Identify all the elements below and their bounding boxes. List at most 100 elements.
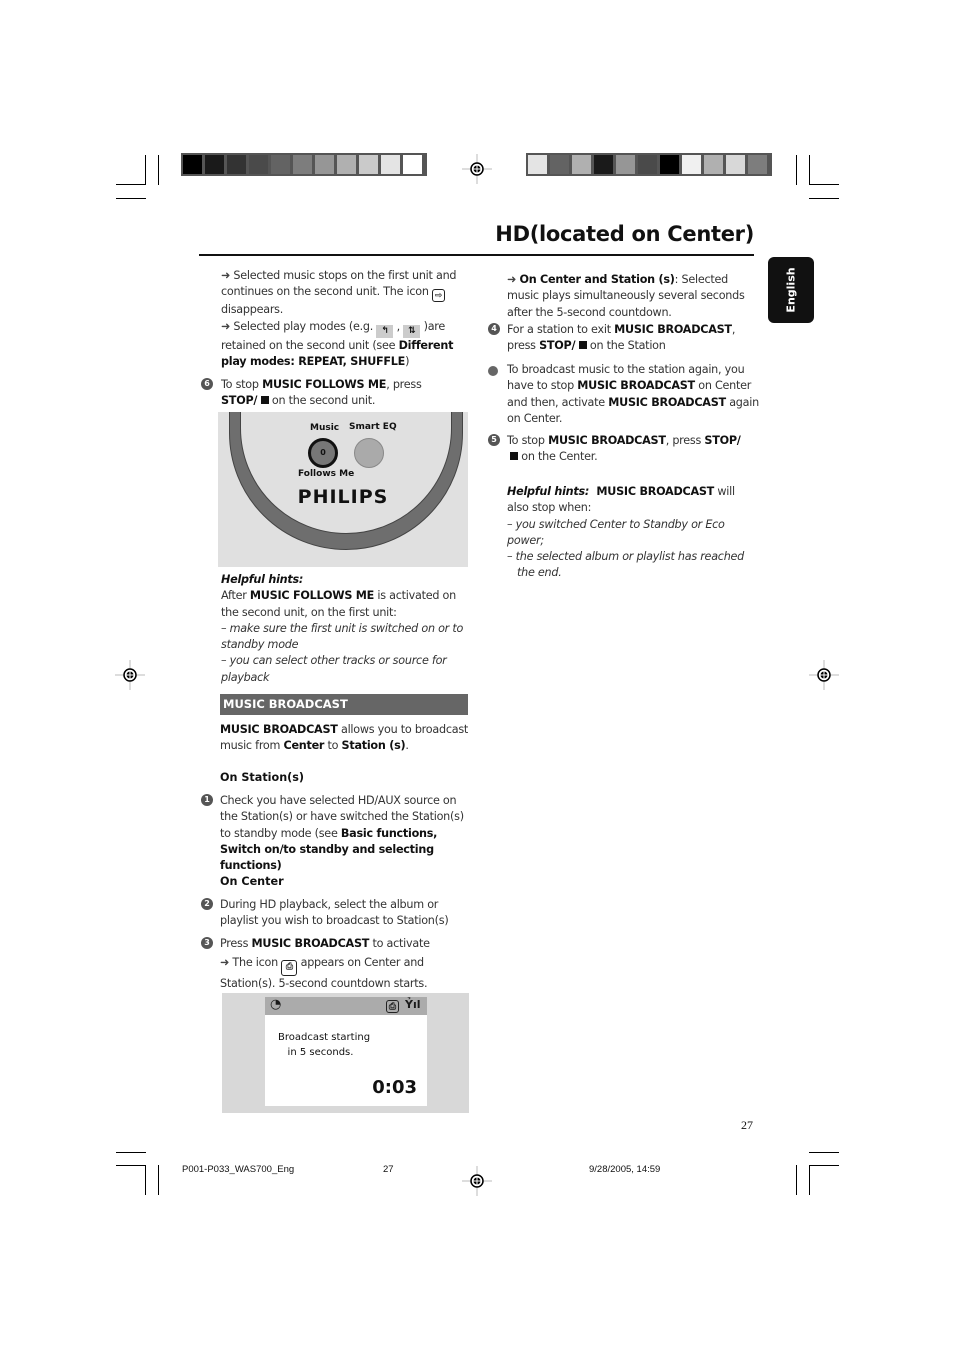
step-3: Press MUSIC BROADCAST to activate ➜ The … — [220, 936, 470, 993]
text: The icon — [229, 956, 282, 970]
crop-mark — [809, 1165, 839, 1166]
step-1: Check you have selected HD/AUX source on… — [220, 793, 470, 874]
text: MUSIC BROADCAST — [220, 723, 338, 736]
text: MUSIC FOLLOWS ME — [249, 589, 375, 603]
helpful-hints-left: Helpful hints: After MUSIC FOLLOWS ME is… — [221, 572, 471, 686]
section-heading-music-broadcast: MUSIC BROADCAST — [220, 694, 468, 715]
crop-mark — [809, 1152, 839, 1153]
display-screen-illustration: ◔ ⎙ Ỷıl Broadcast starting in 5 seconds.… — [222, 993, 469, 1113]
helpful-hints-right: Helpful hints: MUSIC BROADCAST will also… — [507, 484, 759, 582]
language-tab-label: English — [784, 267, 798, 313]
text: on the second unit. — [268, 394, 376, 408]
stop-icon — [578, 341, 587, 350]
display-status-bar: ◔ ⎙ Ỷıl — [265, 997, 427, 1015]
text: in 5 seconds. — [278, 1047, 354, 1058]
text: , press — [665, 434, 705, 447]
color-swatch — [726, 155, 745, 174]
color-swatch — [183, 155, 202, 174]
label-music: Music — [310, 423, 340, 433]
device-illustration: Music Smart EQ 0 Follows Me PHILIPS — [218, 412, 468, 567]
step-5: To stop MUSIC BROADCAST, press STOP/ on … — [507, 433, 759, 466]
footer-timestamp: 9/28/2005, 14:59 — [589, 1164, 661, 1175]
music-follows-me-icon: ⇨ — [432, 289, 446, 303]
color-swatch — [594, 155, 613, 174]
shuffle-icon: ⇅ — [403, 324, 421, 338]
step-6: To stop MUSIC FOLLOWS ME, press STOP/ on… — [221, 377, 471, 410]
crop-mark — [809, 184, 839, 185]
registration-mark-icon — [809, 660, 839, 690]
arrow-icon: ➜ — [221, 269, 231, 282]
text: ) — [405, 354, 410, 368]
crop-mark — [809, 155, 810, 185]
registration-mark-icon — [462, 1166, 492, 1196]
arrow-icon: ➜ — [221, 319, 231, 333]
hint-item: – make sure the first unit is switched o… — [221, 621, 464, 652]
step-number-1: 1 — [201, 794, 213, 806]
subheading-on-center: On Center — [220, 875, 284, 888]
text: MUSIC BROADCAST — [548, 434, 666, 447]
color-swatch — [315, 155, 334, 174]
color-swatch — [359, 155, 378, 174]
text: Selected music stops on the first unit a… — [221, 269, 457, 299]
music-follows-me-button: 0 — [308, 438, 338, 468]
text: MUSIC BROADCAST — [589, 485, 715, 498]
step-4: For a station to exit MUSIC BROADCAST, p… — [507, 322, 757, 355]
text: MUSIC BROADCAST — [251, 937, 370, 950]
stop-icon — [510, 452, 518, 461]
page-number: 27 — [741, 1118, 753, 1132]
text: For a station to exit — [507, 323, 615, 336]
display-screen: ◔ ⎙ Ỷıl Broadcast starting in 5 seconds.… — [265, 997, 427, 1106]
color-swatch — [616, 155, 635, 174]
step-number-4: 4 — [488, 323, 500, 335]
text: to activate — [369, 937, 430, 950]
hint-item: – you switched Center to Standby or Eco … — [507, 517, 725, 547]
color-swatch — [227, 155, 246, 174]
color-swatch — [682, 155, 701, 174]
footer-file-page: 27 — [383, 1164, 394, 1175]
text: Press — [220, 937, 252, 950]
color-swatch — [381, 155, 400, 174]
countdown-timer: 0:03 — [372, 1077, 417, 1098]
crop-mark — [116, 184, 146, 185]
registration-mark-icon — [115, 660, 145, 690]
subheading-on-stations: On Station(s) — [220, 771, 305, 784]
step-number-5: 5 — [488, 434, 500, 446]
repeat-icon: ↰ — [376, 324, 394, 338]
title-rule — [199, 254, 754, 256]
step-number-2: 2 — [201, 898, 213, 910]
color-swatch — [337, 155, 356, 174]
smart-eq-button — [354, 438, 384, 468]
text: on the Center. — [518, 450, 598, 464]
text: . — [405, 739, 409, 753]
color-swatch — [638, 155, 657, 174]
label-smart-eq: Smart EQ — [349, 422, 397, 432]
broadcast-message: Broadcast starting in 5 seconds. — [278, 1030, 370, 1060]
text: MUSIC BROADCAST — [577, 379, 695, 393]
text: disappears. — [221, 303, 284, 317]
language-tab: English — [768, 257, 814, 323]
color-swatch — [293, 155, 312, 174]
registration-mark-icon — [462, 154, 492, 184]
color-swatch — [249, 155, 268, 174]
hints-title: Helpful hints: — [507, 485, 590, 498]
crop-mark — [796, 1165, 797, 1195]
color-swatch — [704, 155, 723, 174]
crop-mark — [158, 1165, 159, 1195]
color-swatch — [403, 155, 422, 174]
text: STOP/ — [539, 339, 576, 353]
text: Selected play modes (e.g. — [230, 319, 377, 333]
color-calibration-bar-left — [181, 153, 427, 176]
text: STOP/ — [704, 434, 741, 447]
crop-mark — [145, 1165, 146, 1195]
color-swatch — [205, 155, 224, 174]
hint-item: – you can select other tracks or source … — [221, 654, 447, 684]
hints-title: Helpful hints: — [221, 573, 304, 586]
paragraph-music-stops: ➜ Selected music stops on the first unit… — [221, 268, 471, 370]
crop-mark — [116, 1152, 146, 1153]
page-title: HD(located on Center) — [495, 222, 754, 246]
text: To stop — [507, 434, 549, 447]
arrow-icon: ➜ — [507, 273, 517, 286]
crop-mark — [809, 1165, 810, 1195]
bullet-icon — [488, 366, 498, 376]
text: , — [393, 319, 404, 333]
